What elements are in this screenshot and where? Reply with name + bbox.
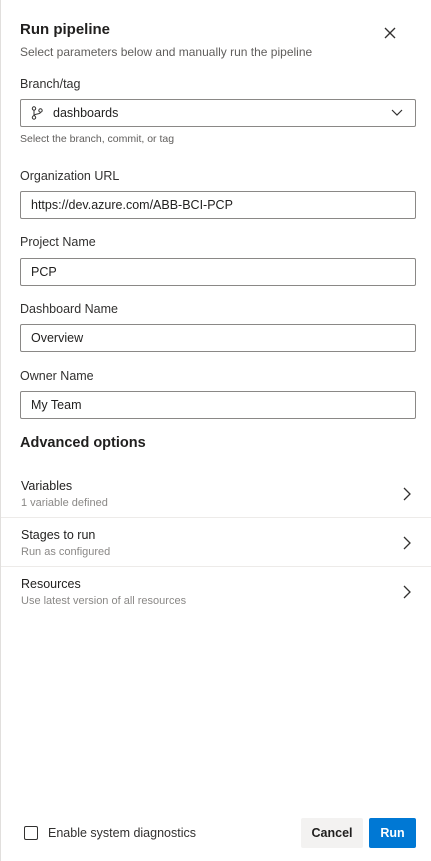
project-name-field-box <box>20 258 416 286</box>
dashboard-name-input[interactable] <box>21 325 415 351</box>
advanced-item-subtitle: Use latest version of all resources <box>21 595 187 607</box>
advanced-options-heading: Advanced options <box>20 435 146 451</box>
dashboard-name-field-box <box>20 324 416 352</box>
project-name-input[interactable] <box>21 259 415 285</box>
branch-dropdown[interactable]: dashboards <box>20 99 416 127</box>
advanced-item-stages[interactable]: Stages to run Run as configured <box>1 518 431 567</box>
branch-helper-text: Select the branch, commit, or tag <box>20 133 175 145</box>
advanced-item-subtitle: Run as configured <box>21 546 111 558</box>
run-pipeline-panel: Run pipeline Select parameters below and… <box>0 0 431 861</box>
chevron-down-icon <box>391 106 405 120</box>
system-diagnostics-checkbox[interactable] <box>24 826 38 840</box>
org-url-label: Organization URL <box>20 169 120 183</box>
cancel-button[interactable]: Cancel <box>301 818 363 848</box>
system-diagnostics-label[interactable]: Enable system diagnostics <box>48 826 196 840</box>
project-name-label: Project Name <box>20 235 96 249</box>
panel-title: Run pipeline <box>20 21 110 38</box>
advanced-item-variables[interactable]: Variables 1 variable defined <box>1 469 431 518</box>
panel-subtitle: Select parameters below and manually run… <box>20 45 313 59</box>
run-button[interactable]: Run <box>369 818 416 848</box>
git-branch-icon <box>31 105 45 121</box>
branch-value: dashboards <box>53 106 119 120</box>
branch-label: Branch/tag <box>20 77 81 91</box>
advanced-item-subtitle: 1 variable defined <box>21 497 108 509</box>
dashboard-name-label: Dashboard Name <box>20 302 118 316</box>
org-url-input[interactable] <box>21 192 415 218</box>
owner-name-field-box <box>20 391 416 419</box>
advanced-item-title: Stages to run <box>21 528 96 542</box>
owner-name-label: Owner Name <box>20 369 94 383</box>
chevron-right-icon <box>403 585 411 599</box>
close-icon <box>384 27 396 39</box>
org-url-field-box <box>20 191 416 219</box>
chevron-right-icon <box>403 487 411 501</box>
chevron-right-icon <box>403 536 411 550</box>
owner-name-input[interactable] <box>21 392 415 418</box>
advanced-item-title: Resources <box>21 577 81 591</box>
advanced-item-title: Variables <box>21 479 73 493</box>
close-button[interactable] <box>379 22 401 44</box>
advanced-item-resources[interactable]: Resources Use latest version of all reso… <box>1 567 431 616</box>
